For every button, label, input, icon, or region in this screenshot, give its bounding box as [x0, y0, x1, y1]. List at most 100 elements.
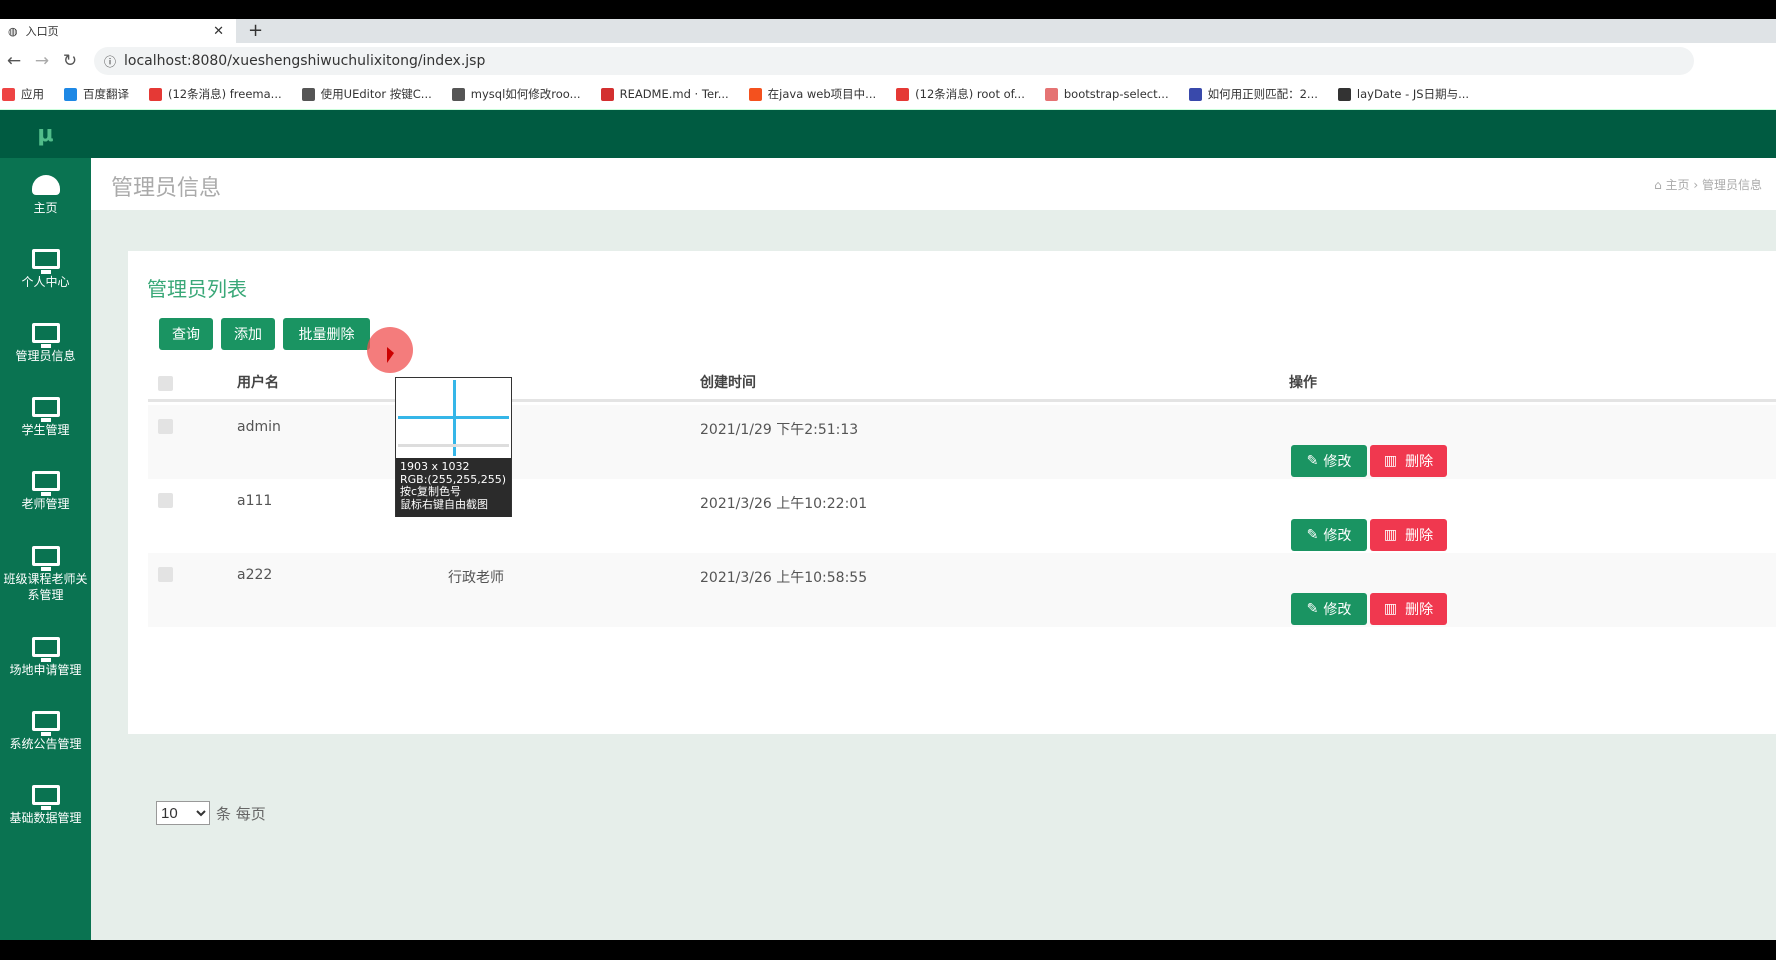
edit-icon: ✎	[1306, 601, 1319, 617]
edit-icon: ✎	[1306, 527, 1319, 543]
top-header	[0, 110, 1776, 158]
row-checkbox[interactable]	[158, 419, 173, 434]
breadcrumb: ⌂ 主页 › 管理员信息	[1654, 176, 1762, 193]
sidebar-item[interactable]: 基础数据管理	[0, 768, 91, 842]
back-icon[interactable]: ←	[0, 51, 28, 71]
sidebar-item[interactable]: 主页	[0, 158, 91, 232]
home-icon: ⌂	[1654, 178, 1666, 192]
select-all-checkbox[interactable]	[158, 376, 173, 391]
sidebar-item-label: 个人中心	[21, 274, 70, 289]
bookmark-item[interactable]: bootstrap-select...	[1044, 87, 1169, 101]
delete-label: 删除	[1405, 528, 1434, 544]
reload-icon[interactable]: ↻	[56, 51, 84, 71]
edit-button[interactable]: ✎ 修改	[1291, 519, 1367, 551]
sidebar-item[interactable]: 老师管理	[0, 454, 91, 528]
url-input[interactable]: ⓘ localhost:8080/xueshengshiwuchulixitong…	[94, 47, 1694, 75]
sidebar-item-label: 学生管理	[21, 422, 70, 437]
main-content: 管理员信息 ⌂ 主页 › 管理员信息 管理员列表 查询 添加 批量删除 用户名 …	[91, 158, 1776, 940]
sidebar-item[interactable]: 个人中心	[0, 232, 91, 306]
cell-username: a222	[237, 567, 273, 583]
bookmark-favicon-icon	[2, 87, 15, 101]
bookmark-item[interactable]: 百度翻译	[64, 86, 129, 102]
cell-username: admin	[237, 419, 281, 435]
magnifier-preview	[396, 378, 511, 458]
new-tab-button[interactable]: +	[248, 19, 263, 43]
page-size-select[interactable]: 10	[156, 801, 210, 825]
bookmark-label: 在java web项目中...	[767, 87, 877, 101]
monitor-icon	[31, 470, 60, 496]
page-header: 管理员信息 ⌂ 主页 › 管理员信息	[91, 158, 1776, 210]
bookmark-item[interactable]: 使用UEditor 按键C...	[301, 86, 432, 102]
bookmark-item[interactable]: 在java web项目中...	[748, 86, 877, 102]
bookmark-favicon-icon	[451, 87, 465, 101]
bookmark-favicon-icon	[1188, 87, 1202, 101]
header-created: 创建时间	[700, 375, 756, 391]
query-button[interactable]: 查询	[159, 318, 213, 350]
trash-icon: ▥	[1383, 453, 1398, 469]
breadcrumb-current: 管理员信息	[1701, 178, 1762, 192]
table-row: admin 2021/1/29 下午2:51:13 ✎ 修改 ▥ 删除	[148, 405, 1776, 479]
delete-button[interactable]: ▥ 删除	[1370, 593, 1447, 625]
bookmark-favicon-icon	[748, 87, 762, 101]
cursor-highlight	[367, 327, 413, 373]
delete-label: 删除	[1405, 602, 1434, 618]
bookmark-item[interactable]: layDate - JS日期与...	[1337, 86, 1470, 102]
sidebar-item[interactable]: 学生管理	[0, 380, 91, 454]
list-card: 管理员列表 查询 添加 批量删除 用户名 创建时间 操作 admin 2021/…	[128, 251, 1776, 825]
bookmark-item[interactable]: README.md · Ter...	[600, 87, 729, 101]
dashboard-icon	[31, 174, 60, 195]
sidebar-item[interactable]: 班级课程老师关系管理	[0, 528, 91, 620]
header-actions: 操作	[1289, 375, 1317, 391]
bookmark-item[interactable]: mysql如何修改roo...	[451, 86, 581, 102]
bookmark-label: (12条消息) root of...	[915, 87, 1025, 101]
bookmark-label: 使用UEditor 按键C...	[320, 87, 432, 101]
edit-button[interactable]: ✎ 修改	[1291, 445, 1367, 477]
sidebar-item[interactable]: 场地申请管理	[0, 620, 91, 694]
delete-button[interactable]: ▥ 删除	[1370, 445, 1447, 477]
monitor-icon	[31, 396, 60, 422]
bookmarks-bar: 应用 百度翻译 (12条消息) freema... 使用UEditor 按键C... m…	[0, 79, 1776, 110]
row-checkbox[interactable]	[158, 567, 173, 582]
cell-username: a111	[237, 493, 273, 509]
bookmark-item[interactable]: (12条消息) root of...	[896, 86, 1025, 102]
edit-button[interactable]: ✎ 修改	[1291, 593, 1367, 625]
cell-role: 行政老师	[448, 570, 504, 586]
bookmark-item[interactable]: 如何用正则匹配：2...	[1188, 86, 1318, 102]
table-row: a111 2021/3/26 上午10:22:01 ✎ 修改 ▥ 删除	[148, 479, 1776, 553]
monitor-icon	[31, 322, 60, 348]
delete-button[interactable]: ▥ 删除	[1370, 519, 1447, 551]
browser-tab[interactable]: ◍ 入口页 ✕	[0, 19, 236, 43]
sidebar-item[interactable]: 系统公告管理	[0, 694, 91, 768]
sidebar: 主页个人中心管理员信息学生管理老师管理班级课程老师关系管理 场地申请管理系统公告管…	[0, 158, 91, 940]
cell-created: 2021/3/26 上午10:22:01	[700, 496, 868, 512]
edit-label: 修改	[1323, 602, 1352, 618]
monitor-icon	[31, 784, 60, 810]
forward-icon[interactable]: →	[28, 51, 56, 71]
browser-tab-bar: ◍ 入口页 ✕ +	[0, 19, 1776, 43]
bookmark-favicon-icon	[149, 87, 162, 101]
breadcrumb-home[interactable]: 主页	[1666, 178, 1690, 192]
bookmark-item[interactable]: (12条消息) freema...	[149, 86, 282, 102]
bookmark-label: layDate - JS日期与...	[1356, 87, 1470, 101]
page-title: 管理员信息	[111, 176, 222, 201]
bookmark-favicon-icon	[64, 87, 77, 101]
breadcrumb-separator: ›	[1689, 178, 1702, 192]
row-checkbox[interactable]	[158, 493, 173, 508]
sidebar-item-label: 老师管理	[21, 496, 70, 511]
globe-icon: ◍	[8, 24, 18, 38]
edit-label: 修改	[1323, 454, 1352, 470]
bookmark-label: 应用	[21, 87, 44, 101]
header-username: 用户名	[237, 375, 279, 391]
logo[interactable]: μ	[0, 110, 91, 158]
sidebar-item-label: 系统公告管理	[9, 736, 82, 751]
bookmark-item[interactable]: 应用	[2, 86, 44, 102]
batch-delete-button[interactable]: 批量删除	[283, 318, 370, 350]
trash-icon: ▥	[1383, 527, 1398, 543]
sidebar-item-label: 管理员信息	[15, 348, 76, 363]
close-tab-icon[interactable]: ✕	[213, 24, 224, 39]
bookmark-label: README.md · Ter...	[619, 87, 729, 101]
sidebar-item[interactable]: 管理员信息	[0, 306, 91, 380]
popup-size: 1903 x 1032	[400, 460, 470, 473]
add-button[interactable]: 添加	[221, 318, 275, 350]
edit-label: 修改	[1323, 528, 1352, 544]
